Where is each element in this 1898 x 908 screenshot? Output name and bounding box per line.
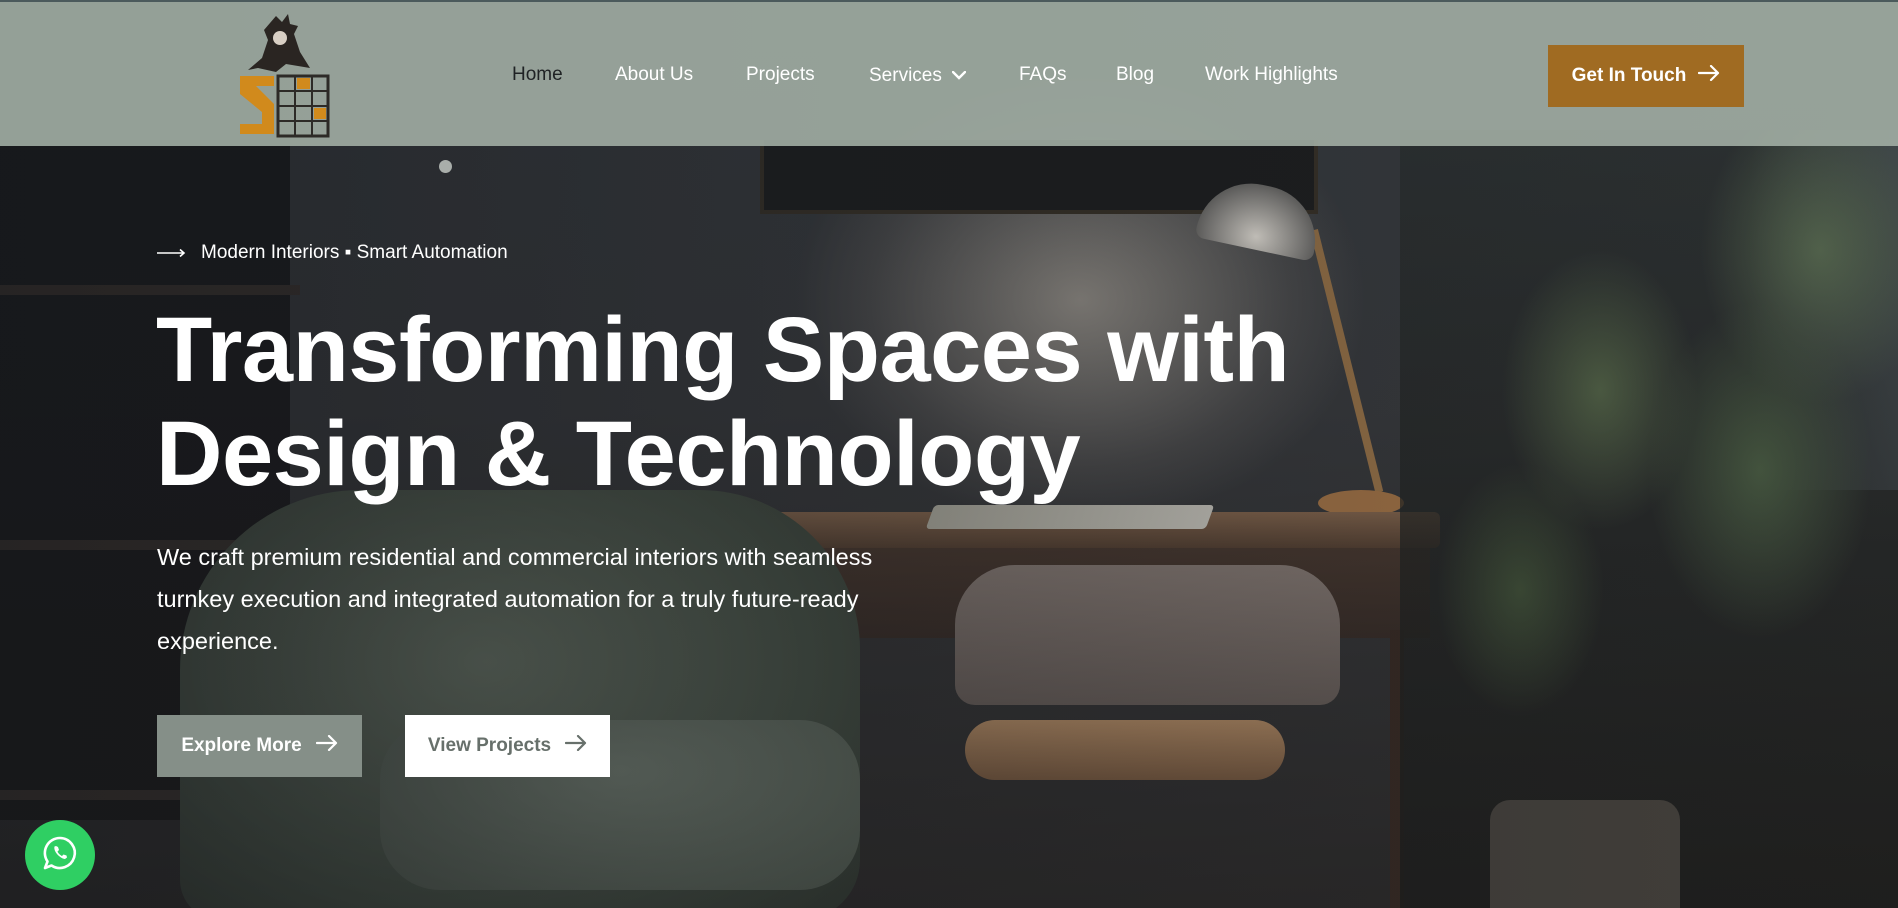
view-projects-label: View Projects <box>427 735 552 756</box>
arrow-right-icon <box>1698 64 1720 87</box>
explore-more-button[interactable]: Explore More <box>157 715 362 777</box>
hero-headline-line2: Design & Technology <box>156 403 1081 505</box>
site-header: Home About Us Projects Services FAQs Blo… <box>0 0 1898 146</box>
chevron-down-icon <box>951 64 967 86</box>
nav-item-home[interactable]: Home <box>512 64 563 86</box>
explore-more-label: Explore More <box>181 735 302 756</box>
hero-eyebrow: Modern Interiors ▪ Smart Automation <box>157 242 508 264</box>
hero-eyebrow-text: Modern Interiors ▪ Smart Automation <box>201 242 508 263</box>
hero-headline: Transforming Spaces with Design & Techno… <box>156 298 1306 506</box>
whatsapp-icon <box>41 834 79 877</box>
get-in-touch-button[interactable]: Get In Touch <box>1548 45 1744 107</box>
arrow-right-icon <box>315 734 338 757</box>
slider-dot[interactable] <box>439 160 452 173</box>
nav-item-faqs[interactable]: FAQs <box>1019 64 1067 86</box>
view-projects-button[interactable]: View Projects <box>405 715 610 777</box>
nav-item-work-highlights[interactable]: Work Highlights <box>1205 64 1338 86</box>
hero-headline-line1: Transforming Spaces with <box>156 299 1290 401</box>
get-in-touch-label: Get In Touch <box>1571 65 1687 86</box>
nav-item-about-us[interactable]: About Us <box>615 64 693 86</box>
hero-description: We craft premium residential and commerc… <box>157 544 873 654</box>
nav-item-blog[interactable]: Blog <box>1116 64 1154 86</box>
logo[interactable] <box>228 12 338 138</box>
whatsapp-button[interactable] <box>25 820 95 890</box>
line-arrow-icon <box>157 242 187 264</box>
nav-item-services-label: Services <box>869 65 942 86</box>
nav-item-projects[interactable]: Projects <box>746 64 815 86</box>
logo-mark <box>240 14 330 138</box>
nav-item-services[interactable]: Services <box>869 64 967 87</box>
arrow-right-icon <box>565 734 587 757</box>
